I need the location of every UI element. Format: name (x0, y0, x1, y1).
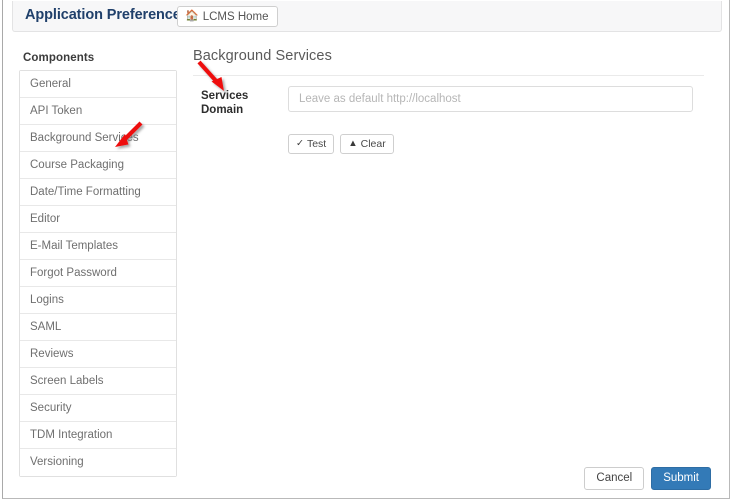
check-icon: ✓ (296, 137, 304, 149)
sidebar-item-screen-labels[interactable]: Screen Labels (20, 368, 176, 395)
submit-button[interactable]: Submit (651, 467, 711, 490)
clear-button[interactable]: ▲ Clear (340, 134, 394, 154)
page-title: Application Preferences (25, 7, 189, 23)
sidebar-item-api-token[interactable]: API Token (20, 98, 176, 125)
section-divider (193, 75, 704, 76)
field-action-buttons: ✓ Test ▲ Clear (288, 134, 394, 154)
sidebar-item-security[interactable]: Security (20, 395, 176, 422)
lcms-home-button[interactable]: 🏠 LCMS Home (177, 6, 278, 27)
top-header-bar: Application Preferences 🏠 LCMS Home (12, 1, 722, 32)
test-button-label: Test (306, 138, 327, 150)
sidebar-item-date-time-formatting[interactable]: Date/Time Formatting (20, 179, 176, 206)
lcms-home-label: LCMS Home (202, 10, 269, 23)
services-domain-form-row: Services Domain ✓ Test ▲ Clear (193, 86, 705, 154)
clear-button-label: Clear (360, 138, 386, 150)
services-domain-label-line2: Domain (201, 104, 244, 116)
sidebar-item-forgot-password[interactable]: Forgot Password (20, 260, 176, 287)
cancel-button[interactable]: Cancel (584, 467, 645, 490)
eraser-icon: ▲ (348, 137, 358, 149)
test-button[interactable]: ✓ Test (288, 134, 335, 154)
component-list: General API Token Background Services Co… (19, 70, 177, 477)
components-heading: Components (23, 52, 95, 64)
section-title: Background Services (193, 48, 332, 64)
services-domain-input[interactable] (288, 86, 693, 112)
home-icon: 🏠 (185, 9, 199, 22)
application-window: Application Preferences 🏠 LCMS Home Comp… (2, 0, 730, 499)
services-domain-label-line1: Services (201, 90, 249, 102)
sidebar-item-email-templates[interactable]: E-Mail Templates (20, 233, 176, 260)
components-sidebar: Components General API Token Background … (19, 52, 177, 477)
sidebar-item-tdm-integration[interactable]: TDM Integration (20, 422, 176, 449)
sidebar-item-versioning[interactable]: Versioning (20, 449, 176, 476)
sidebar-item-saml[interactable]: SAML (20, 314, 176, 341)
sidebar-item-background-services[interactable]: Background Services (20, 125, 176, 152)
sidebar-item-reviews[interactable]: Reviews (20, 341, 176, 368)
services-domain-label: Services Domain (201, 89, 281, 117)
sidebar-item-course-packaging[interactable]: Course Packaging (20, 152, 176, 179)
sidebar-item-logins[interactable]: Logins (20, 287, 176, 314)
sidebar-item-editor[interactable]: Editor (20, 206, 176, 233)
footer-actions: Cancel Submit (584, 467, 711, 490)
main-content-panel: Background Services Services Domain ✓ Te… (193, 48, 705, 154)
sidebar-item-general[interactable]: General (20, 71, 176, 98)
